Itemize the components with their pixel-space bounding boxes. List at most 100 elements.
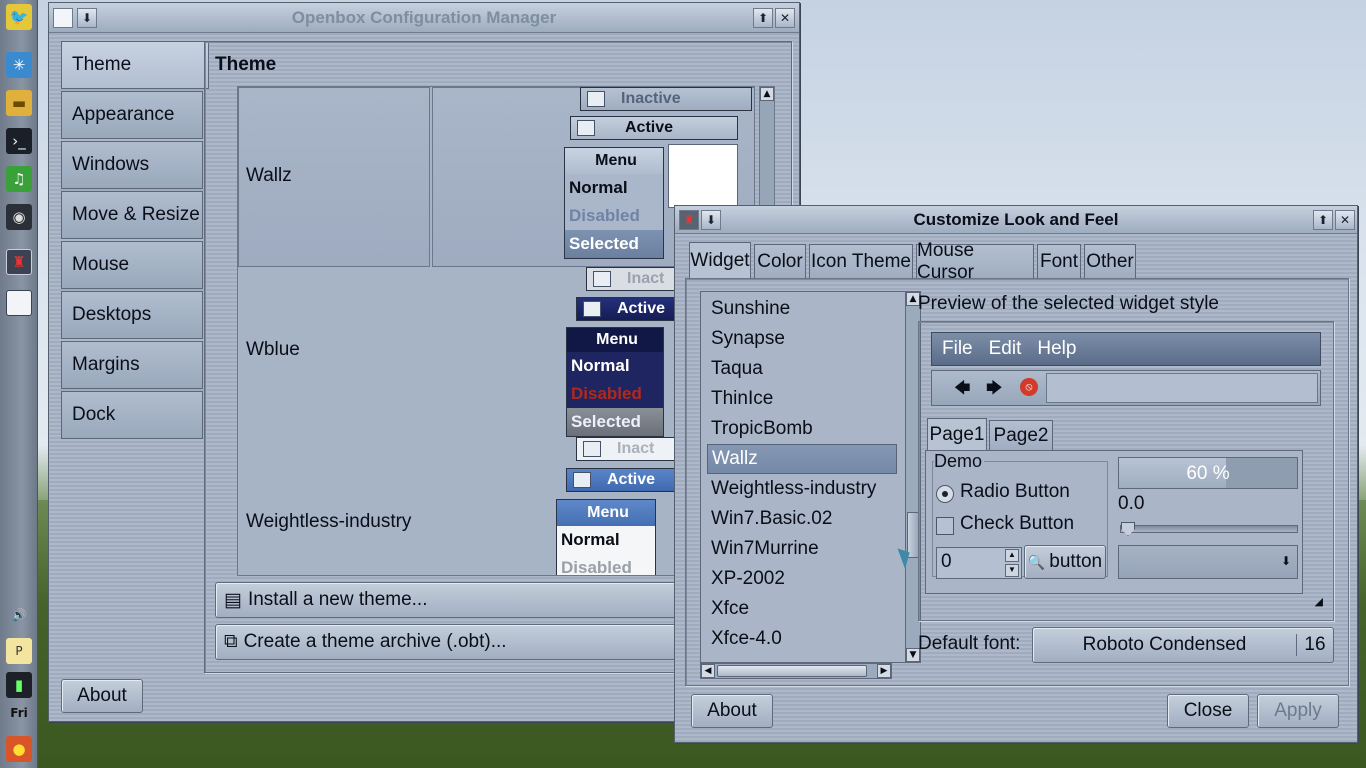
list-item[interactable]: XP-2002 <box>707 564 897 594</box>
maximize-icon[interactable]: ⬆ <box>1313 210 1333 230</box>
install-icon: ▤ <box>224 589 242 611</box>
menu-file[interactable]: File <box>942 338 973 360</box>
tab-color[interactable]: Color <box>754 244 806 278</box>
list-item-selected[interactable]: Wallz <box>707 444 897 474</box>
maximize-icon[interactable]: ⬆ <box>753 8 773 28</box>
camera-icon[interactable]: ◉ <box>6 204 32 230</box>
spin-box[interactable]: 0 ▲ ▼ <box>936 547 1022 579</box>
active-label: Active <box>617 300 666 317</box>
back-arrow-icon[interactable]: 🡄 <box>954 377 971 404</box>
spin-up-icon[interactable]: ▲ <box>1005 549 1019 562</box>
tab-other[interactable]: Other <box>1084 244 1136 278</box>
radio-button[interactable] <box>936 485 954 503</box>
status-icon[interactable]: ● <box>6 736 32 762</box>
inactive-titlebar-preview: Inactive <box>580 87 752 111</box>
widget-style-list[interactable]: Sunshine Synapse Taqua ThinIce TropicBom… <box>700 291 921 663</box>
list-item[interactable]: Taqua <box>707 354 897 384</box>
sidebar-item-dock[interactable]: Dock <box>61 391 203 439</box>
spin-down-icon[interactable]: ▼ <box>1005 564 1019 577</box>
media-player-icon[interactable]: ♫ <box>6 166 32 192</box>
menu-title: Menu <box>565 148 663 174</box>
active-titlebar-preview: Active <box>570 116 738 140</box>
sidebar-item-margins[interactable]: Margins <box>61 341 203 389</box>
window-icon <box>593 271 611 287</box>
list-item[interactable]: TropicBomb <box>707 414 897 444</box>
sidebar-item-desktops[interactable]: Desktops <box>61 291 203 339</box>
scroll-up-icon[interactable]: ▲ <box>760 87 774 101</box>
titlebar[interactable]: ⬇ Openbox Configuration Manager ⬆ ✕ <box>49 3 799 33</box>
close-button[interactable]: Close <box>1167 694 1249 728</box>
combo-arrow-icon: ⬇ <box>1280 554 1291 568</box>
tab-page2[interactable]: Page2 <box>989 420 1053 450</box>
sidebar-item-move-resize[interactable]: Move & Resize <box>61 191 203 239</box>
list-item[interactable]: Xfce <box>707 594 897 624</box>
list-item[interactable]: Synapse <box>707 324 897 354</box>
search-icon: 🔍 <box>1027 553 1046 570</box>
combo-box[interactable]: ⬇ <box>1118 545 1298 579</box>
clipboard-icon[interactable]: P <box>6 638 32 664</box>
preview-menubar: File Edit Help <box>931 332 1321 366</box>
preview-title: Preview of the selected widget style <box>918 293 1219 314</box>
slider-track[interactable] <box>1120 522 1298 536</box>
sidebar-item-windows[interactable]: Windows <box>61 141 203 189</box>
slider-handle[interactable] <box>1121 522 1135 536</box>
titlebar[interactable]: ♜ ⬇ Customize Look and Feel ⬆ ✕ <box>675 206 1357 234</box>
folder-icon[interactable]: ▬ <box>6 90 32 116</box>
slider-value: 0.0 <box>1118 493 1145 514</box>
scroll-right-icon[interactable]: ▶ <box>877 664 891 678</box>
tab-icon-theme[interactable]: Icon Theme <box>809 244 913 278</box>
menu-edit[interactable]: Edit <box>989 338 1022 360</box>
about-button[interactable]: About <box>61 679 143 713</box>
default-font-label: Default font: <box>918 633 1021 654</box>
tab-mouse-cursor[interactable]: Mouse Cursor <box>916 240 1034 283</box>
bird-icon[interactable]: 🐦 <box>6 4 32 30</box>
theme-icon[interactable]: ♜ <box>6 249 32 275</box>
search-button[interactable]: 🔍 button <box>1024 545 1106 579</box>
progress-bar: 60 % <box>1118 457 1298 489</box>
sidebar-label: Desktops <box>72 304 152 325</box>
menu-disabled: Disabled <box>569 206 640 225</box>
tab-page1[interactable]: Page1 <box>927 418 987 450</box>
menu-help[interactable]: Help <box>1037 338 1076 360</box>
sidebar-item-theme[interactable]: Theme <box>61 41 209 89</box>
list-item[interactable]: Weightless-industry <box>707 474 897 504</box>
theme-name: Weightless-industry <box>246 511 412 532</box>
volume-icon[interactable]: 🔊 <box>6 608 32 626</box>
apply-button[interactable]: Apply <box>1257 694 1339 728</box>
menu-preview: Menu Normal Disabled Selected <box>566 327 664 437</box>
forward-arrow-icon[interactable]: 🡆 <box>986 377 1003 404</box>
close-icon[interactable]: ✕ <box>775 8 795 28</box>
list-hscrollbar[interactable]: ◀ ▶ <box>700 663 892 679</box>
monitor-icon[interactable]: ▮ <box>6 672 32 698</box>
list-item[interactable]: Sunshine <box>707 294 897 324</box>
font-chooser-button[interactable]: Roboto Condensed 16 <box>1032 627 1334 663</box>
window-title: Openbox Configuration Manager <box>291 8 557 27</box>
network-icon[interactable]: ✳ <box>6 52 32 78</box>
active-label: Active <box>607 471 656 488</box>
window-icon <box>573 472 591 488</box>
resize-grip-icon[interactable]: ◢ <box>1315 595 1323 608</box>
list-item[interactable]: ThinIce <box>707 384 897 414</box>
list-item[interactable]: Win7Murrine <box>707 534 897 564</box>
check-button[interactable] <box>936 517 954 535</box>
scroll-left-icon[interactable]: ◀ <box>701 664 715 678</box>
list-item[interactable]: Win7.Basic.02 <box>707 504 897 534</box>
install-theme-button[interactable]: ▤ Install a new theme... <box>215 582 735 618</box>
inactive-label: Inactive <box>621 90 681 107</box>
sidebar-label: Mouse <box>72 254 130 275</box>
window-icon[interactable] <box>6 290 32 316</box>
sidebar-item-mouse[interactable]: Mouse <box>61 241 203 289</box>
tab-font[interactable]: Font <box>1037 244 1081 278</box>
list-item[interactable]: Xfce-4.0 <box>707 624 897 654</box>
tab-widget[interactable]: Widget <box>689 242 751 278</box>
hscroll-thumb[interactable] <box>717 665 867 677</box>
terminal-icon[interactable]: ›_ <box>6 128 32 154</box>
stop-icon[interactable]: ⦸ <box>1020 378 1038 396</box>
location-field[interactable] <box>1046 373 1318 403</box>
close-icon[interactable]: ✕ <box>1335 210 1355 230</box>
create-archive-button[interactable]: ⧉ Create a theme archive (.obt)... <box>215 624 735 660</box>
taskbar: 🐦 ✳ ▬ ›_ ♫ ◉ ♜ 🔊 P ▮ Fri ● <box>0 0 38 768</box>
sidebar-item-appearance[interactable]: Appearance <box>61 91 203 139</box>
menu-title: Menu <box>567 328 663 352</box>
about-button[interactable]: About <box>691 694 773 728</box>
